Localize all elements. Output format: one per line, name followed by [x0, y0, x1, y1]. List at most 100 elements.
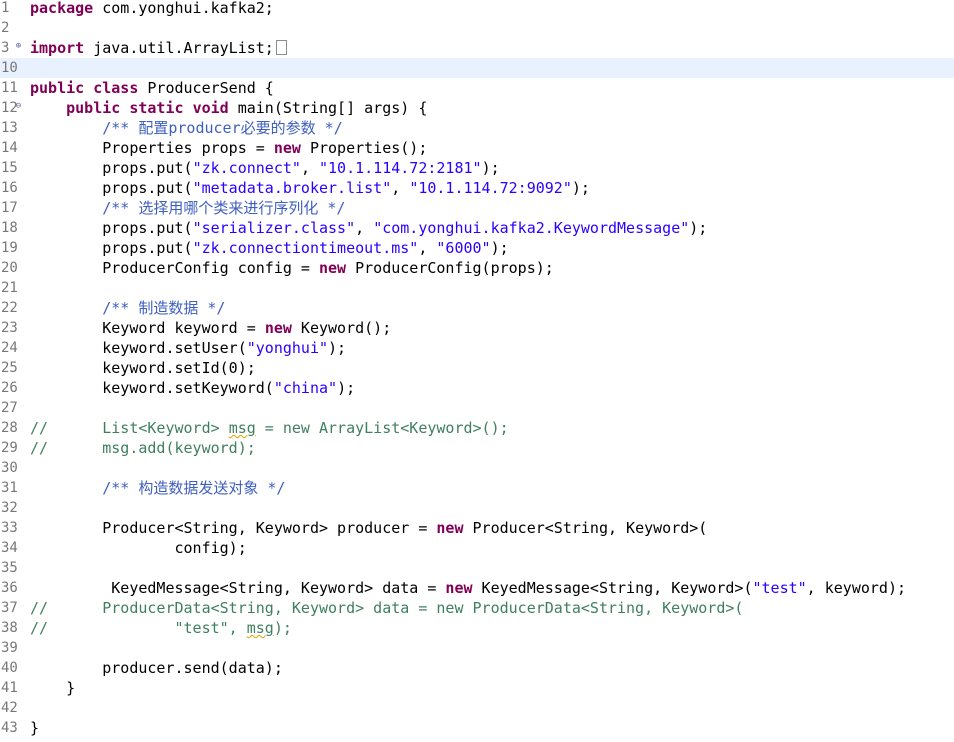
code-line[interactable]: 26 keyword.setKeyword("china");: [0, 378, 954, 398]
line-number: 33: [1, 520, 18, 536]
code-line[interactable]: 11 public class ProducerSend {: [0, 78, 954, 98]
code-line[interactable]: 43}: [0, 718, 954, 738]
line-number: 40: [1, 660, 18, 676]
code-token: keyword.setUser(: [30, 339, 247, 357]
code-text: Producer<String, Keyword> producer = new…: [30, 518, 707, 538]
code-text: // "test", msg);: [30, 618, 292, 638]
code-line[interactable]: 19 props.put("zk.connectiontimeout.ms", …: [0, 238, 954, 258]
code-text: Properties props = new Properties();: [30, 138, 427, 158]
code-line[interactable]: 12 ⊖ public static void main(String[] arg…: [0, 98, 954, 118]
code-token: );: [337, 379, 356, 397]
code-line[interactable]: 10: [0, 58, 954, 78]
code-token: ,: [418, 239, 437, 257]
code-line[interactable]: 23 Keyword keyword = new Keyword();: [0, 318, 954, 338]
code-line[interactable]: 42: [0, 698, 954, 718]
code-line[interactable]: 18 props.put("serializer.class", "com.yo…: [0, 218, 954, 238]
code-token: );: [481, 159, 500, 177]
code-text: /** 选择用哪个类来进行序列化 */: [30, 198, 345, 218]
code-token: /** 配置producer必要的参数 */: [102, 119, 343, 137]
code-line[interactable]: 17 /** 选择用哪个类来进行序列化 */: [0, 198, 954, 218]
code-line[interactable]: 24 keyword.setUser("yonghui");: [0, 338, 954, 358]
code-text: Keyword keyword = new Keyword();: [30, 318, 391, 338]
fold-expand-icon[interactable]: ⊕: [14, 42, 23, 51]
code-token: );: [490, 239, 509, 257]
code-line[interactable]: 13 /** 配置producer必要的参数 */: [0, 118, 954, 138]
code-token: new: [318, 259, 347, 277]
code-line[interactable]: 1 package com.yonghui.kafka2;: [0, 0, 954, 18]
code-line[interactable]: 3 ⊕ import java.util.ArrayList;: [0, 38, 954, 58]
code-line[interactable]: 2: [0, 18, 954, 38]
code-token: Producer<String, Keyword> producer =: [30, 519, 437, 537]
code-line[interactable]: 39: [0, 638, 954, 658]
code-line[interactable]: 27: [0, 398, 954, 418]
code-line[interactable]: 28 // List<Keyword> msg = new ArrayList<K…: [0, 418, 954, 438]
code-token: ProducerConfig config =: [30, 259, 319, 277]
line-number: 21: [1, 280, 18, 296]
code-token: props.put(: [30, 179, 193, 197]
code-line[interactable]: 16 props.put("metadata.broker.list", "10…: [0, 178, 954, 198]
code-text: producer.send(data);: [30, 658, 283, 678]
line-number: 22: [1, 300, 18, 316]
code-line[interactable]: 33 Producer<String, Keyword> producer = …: [0, 518, 954, 538]
code-token: }: [30, 679, 76, 697]
line-number: 17: [1, 200, 18, 216]
code-line[interactable]: 41 }: [0, 678, 954, 698]
line-number: 41: [1, 680, 18, 696]
code-token: import: [30, 39, 85, 57]
code-line[interactable]: 30: [0, 458, 954, 478]
code-token: package: [30, 0, 94, 17]
code-text: /** 构造数据发送对象 */: [30, 478, 285, 498]
line-number: 26: [1, 380, 18, 396]
line-number: 36: [1, 580, 18, 596]
code-token: // msg.add(keyword);: [30, 439, 256, 457]
code-editor[interactable]: 1 package com.yonghui.kafka2; 2 3 ⊕ import ja…: [0, 0, 954, 742]
line-number: 18: [1, 220, 18, 236]
code-line[interactable]: 34 config);: [0, 538, 954, 558]
code-text: ProducerConfig config = new ProducerConf…: [30, 258, 554, 278]
code-token: producer.send(data);: [30, 659, 283, 677]
code-text: import java.util.ArrayList;: [30, 38, 287, 58]
code-token: "zk.connectiontimeout.ms": [192, 239, 419, 257]
code-token: );: [571, 179, 590, 197]
line-number: 30: [1, 460, 18, 476]
code-token: "com.yonghui.kafka2.KeywordMessage": [373, 219, 690, 237]
code-token: );: [689, 219, 708, 237]
code-token: ,: [300, 159, 319, 177]
code-line[interactable]: 21: [0, 278, 954, 298]
line-number: 42: [1, 700, 18, 716]
code-line[interactable]: 38 // "test", msg);: [0, 618, 954, 638]
code-line[interactable]: 29 // msg.add(keyword);: [0, 438, 954, 458]
line-number: 37: [1, 600, 18, 616]
code-line[interactable]: 25 keyword.setId(0);: [0, 358, 954, 378]
code-token: KeyedMessage<String, Keyword>(: [472, 579, 753, 597]
code-line[interactable]: 31 /** 构造数据发送对象 */: [0, 478, 954, 498]
code-token: );: [328, 339, 347, 357]
code-text: public class ProducerSend {: [30, 78, 274, 98]
code-token: // ProducerData<String, Keyword> data = …: [30, 599, 744, 617]
code-line[interactable]: 36 KeyedMessage<String, Keyword> data = …: [0, 578, 954, 598]
code-line[interactable]: 37 // ProducerData<String, Keyword> data …: [0, 598, 954, 618]
line-number: 1: [1, 0, 10, 16]
code-text: props.put("zk.connectiontimeout.ms", "60…: [30, 238, 509, 258]
collapsed-code-marker-icon[interactable]: [275, 40, 287, 55]
line-number: 19: [1, 240, 18, 256]
code-token: "6000": [436, 239, 491, 257]
line-number: 32: [1, 500, 18, 516]
code-line[interactable]: 14 Properties props = new Properties();: [0, 138, 954, 158]
code-token: new: [436, 519, 464, 537]
code-token: config);: [30, 539, 247, 557]
code-line[interactable]: 40 producer.send(data);: [0, 658, 954, 678]
line-number: 29: [1, 440, 18, 456]
code-text: keyword.setId(0);: [30, 358, 256, 378]
code-line[interactable]: 15 props.put("zk.connect", "10.1.114.72:…: [0, 158, 954, 178]
line-number: 2: [1, 20, 10, 36]
code-line[interactable]: 22 /** 制造数据 */: [0, 298, 954, 318]
code-line[interactable]: 35: [0, 558, 954, 578]
fold-collapse-icon[interactable]: ⊖: [14, 102, 23, 111]
code-line[interactable]: 20 ProducerConfig config = new ProducerC…: [0, 258, 954, 278]
line-number: 20: [1, 260, 18, 276]
code-token: , keyword);: [806, 579, 907, 597]
code-line[interactable]: 32: [0, 498, 954, 518]
